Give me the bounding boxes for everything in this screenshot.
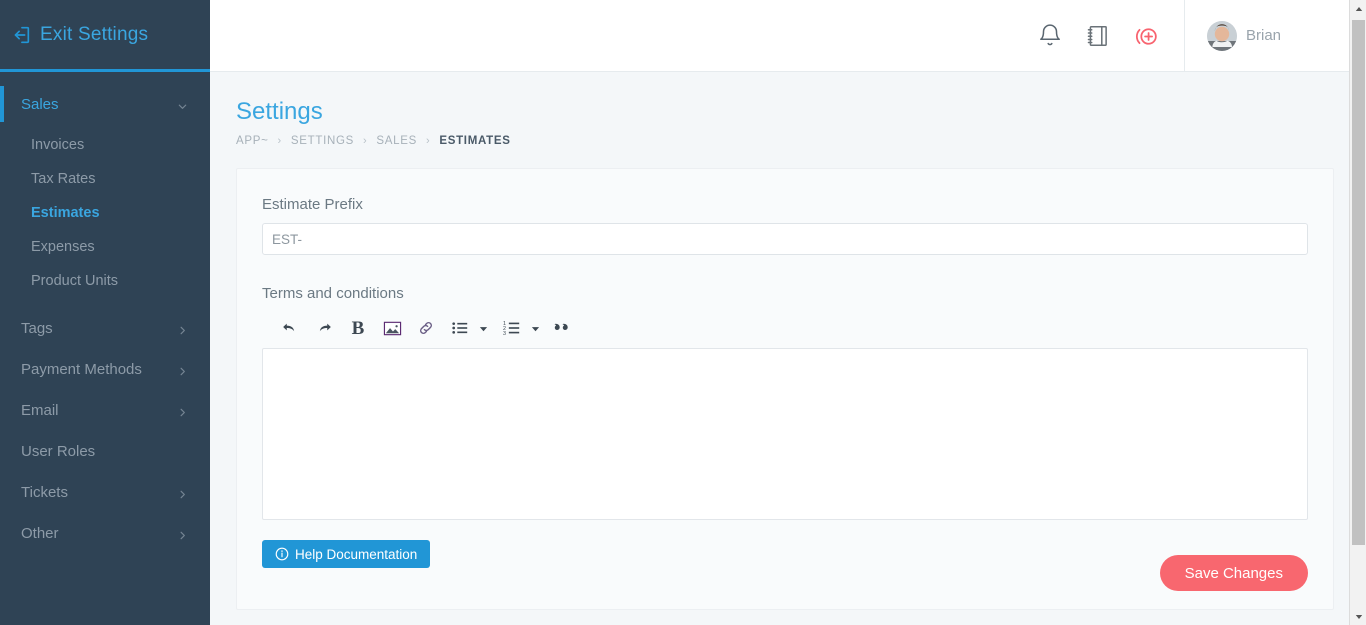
link-icon[interactable] — [414, 316, 438, 340]
chevron-right-icon — [177, 323, 188, 335]
sidebar-item-expenses[interactable]: Expenses — [0, 230, 210, 264]
notebook-icon[interactable] — [1085, 23, 1111, 49]
settings-card: Estimate Prefix Terms and conditions — [236, 168, 1334, 610]
sidebar-item-email[interactable]: Email — [0, 390, 210, 431]
help-documentation-label: Help Documentation — [295, 546, 418, 562]
redo-icon[interactable] — [312, 316, 336, 340]
numbered-list-caret-icon[interactable] — [526, 316, 544, 340]
sidebar-item-tags[interactable]: Tags — [0, 308, 210, 349]
sidebar-item-expenses-label: Expenses — [31, 239, 95, 255]
sidebar-group-sales[interactable]: Sales — [0, 86, 210, 122]
page-title: Settings — [236, 98, 323, 125]
bullet-list-caret-icon[interactable] — [474, 316, 492, 340]
info-circle-icon — [275, 547, 289, 561]
sidebar-item-other-label: Other — [21, 525, 59, 542]
header-icon-group — [1037, 23, 1184, 49]
svg-text:3: 3 — [503, 331, 506, 337]
estimate-prefix-input[interactable] — [262, 223, 1308, 255]
help-documentation-button[interactable]: Help Documentation — [262, 540, 431, 568]
sidebar-item-payment-methods[interactable]: Payment Methods — [0, 349, 210, 390]
bold-glyph: B — [351, 317, 365, 339]
sidebar-item-user-roles-label: User Roles — [21, 443, 96, 460]
top-header: Brian — [210, 0, 1366, 72]
main-area: Brian Settings APP~ › SETTINGS › SALES ›… — [210, 0, 1366, 625]
sidebar-item-user-roles[interactable]: User Roles — [0, 431, 210, 472]
sidebar-submenu-sales: Invoices Tax Rates Estimates Expenses Pr… — [0, 122, 210, 308]
scroll-up-arrow-icon[interactable] — [1350, 0, 1366, 17]
sidebar-nav: Sales Invoices Tax Rates Estimates Expen… — [0, 72, 210, 554]
bell-icon[interactable] — [1037, 23, 1063, 49]
settings-sidebar: Exit Settings Sales Invoices Tax Rates E… — [0, 0, 210, 625]
sidebar-item-invoices-label: Invoices — [31, 137, 85, 153]
sidebar-item-tax-rates[interactable]: Tax Rates — [0, 162, 210, 196]
chevron-right-icon — [177, 364, 188, 376]
sidebar-group-sales-label: Sales — [21, 95, 59, 113]
breadcrumb: APP~ › SETTINGS › SALES › ESTIMATES — [236, 135, 1334, 147]
bold-icon[interactable]: B — [346, 316, 370, 340]
chevron-right-icon — [177, 528, 188, 540]
add-circle-icon[interactable] — [1133, 23, 1159, 49]
chevron-down-icon — [177, 99, 188, 110]
numbered-list-icon[interactable]: 1 2 3 — [500, 316, 524, 340]
blockquote-icon[interactable] — [552, 316, 576, 340]
sidebar-item-estimates-label: Estimates — [31, 205, 100, 221]
terms-editor-area[interactable] — [262, 348, 1308, 520]
sidebar-item-payment-methods-label: Payment Methods — [21, 361, 142, 378]
sidebar-item-email-label: Email — [21, 402, 59, 419]
editor-toolbar: B 1 2 3 — [262, 312, 1308, 348]
sidebar-item-product-units[interactable]: Product Units — [0, 264, 210, 298]
sidebar-item-other[interactable]: Other — [0, 513, 210, 554]
sidebar-item-invoices[interactable]: Invoices — [0, 128, 210, 162]
page-scrollbar[interactable] — [1349, 0, 1366, 625]
bullet-list-icon[interactable] — [448, 316, 472, 340]
scrollbar-thumb[interactable] — [1352, 20, 1365, 545]
sidebar-item-tickets-label: Tickets — [21, 484, 68, 501]
breadcrumb-item-estimates: ESTIMATES — [439, 135, 511, 147]
scroll-down-arrow-icon[interactable] — [1350, 608, 1366, 625]
save-changes-button[interactable]: Save Changes — [1159, 555, 1308, 591]
sidebar-item-product-units-label: Product Units — [31, 273, 119, 289]
image-icon[interactable] — [380, 316, 404, 340]
sidebar-item-tags-label: Tags — [21, 320, 53, 337]
sign-out-icon — [10, 24, 32, 46]
sidebar-item-tickets[interactable]: Tickets — [0, 472, 210, 513]
exit-settings-label: Exit Settings — [40, 23, 149, 45]
avatar — [1207, 20, 1237, 51]
undo-icon[interactable] — [278, 316, 302, 340]
sidebar-item-tax-rates-label: Tax Rates — [31, 171, 96, 187]
page-content: Settings APP~ › SETTINGS › SALES › ESTIM… — [210, 72, 1366, 610]
breadcrumb-item-sales[interactable]: SALES — [376, 135, 417, 147]
sidebar-item-estimates[interactable]: Estimates — [0, 196, 210, 230]
breadcrumb-item-settings[interactable]: SETTINGS — [291, 135, 354, 147]
exit-settings-button[interactable]: Exit Settings — [0, 0, 210, 72]
breadcrumb-item-app[interactable]: APP~ — [236, 135, 269, 147]
breadcrumb-separator: › — [425, 135, 431, 147]
breadcrumb-separator: › — [363, 135, 368, 147]
app-root: Exit Settings Sales Invoices Tax Rates E… — [0, 0, 1366, 625]
breadcrumb-separator: › — [277, 135, 282, 147]
chevron-right-icon — [177, 487, 188, 499]
user-menu[interactable]: Brian — [1184, 0, 1366, 72]
estimate-prefix-label: Estimate Prefix — [262, 196, 363, 213]
terms-and-conditions-label: Terms and conditions — [262, 285, 404, 302]
user-name-label: Brian — [1246, 27, 1282, 44]
chevron-right-icon — [177, 405, 188, 417]
